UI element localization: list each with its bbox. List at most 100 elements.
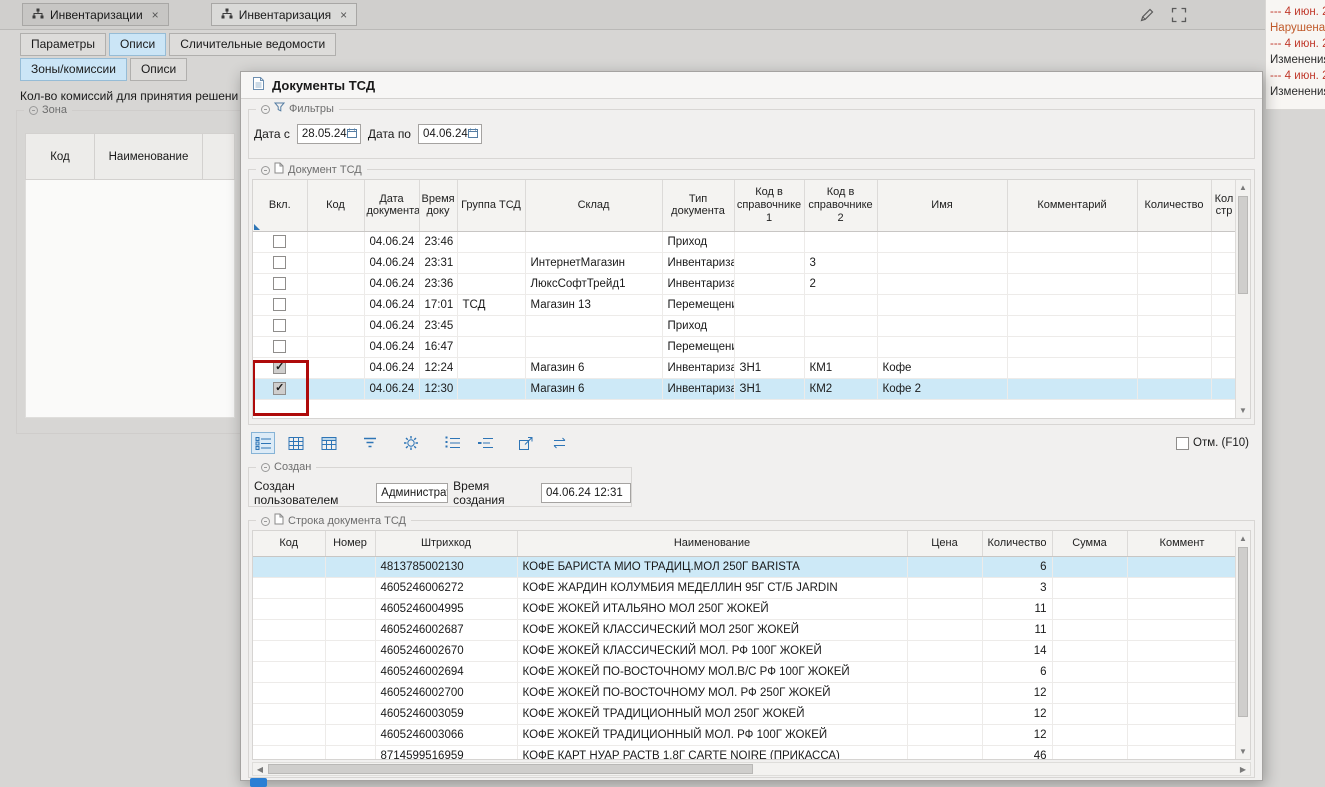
dialog-titlebar: Документы ТСД (241, 72, 1262, 99)
dialog-title: Документы ТСД (272, 78, 375, 93)
collapse-icon[interactable] (261, 517, 270, 526)
scroll-up-icon[interactable]: ▲ (1236, 531, 1250, 546)
tab-item[interactable]: Описи (130, 58, 187, 81)
collapse-icon[interactable] (261, 105, 270, 114)
document-row[interactable]: 04.06.2417:01ТСДМагазин 13Перемещени (253, 294, 1237, 315)
document-row[interactable]: 04.06.2416:47Перемещени (253, 336, 1237, 357)
column-header[interactable]: Номер (325, 531, 375, 556)
scroll-thumb[interactable] (268, 764, 753, 774)
row-checkbox[interactable]: ✓ (273, 382, 286, 395)
column-header[interactable]: Код в справочнике 2 (804, 180, 877, 231)
row-checkbox[interactable] (273, 277, 286, 290)
column-header[interactable]: Кол стр (1211, 180, 1237, 231)
column-header[interactable]: Штрихкод (375, 531, 517, 556)
column-header[interactable]: Группа ТСД (457, 180, 525, 231)
line-row[interactable]: 4813785002130КОФЕ БАРИСТА МИО ТРАДИЦ.МОЛ… (253, 556, 1237, 577)
line-row[interactable]: 4605246002687КОФЕ ЖОКЕЙ КЛАССИЧЕСКИЙ МОЛ… (253, 619, 1237, 640)
document-row[interactable]: 04.06.2423:45Приход (253, 315, 1237, 336)
column-header[interactable]: Склад (525, 180, 662, 231)
fullscreen-icon[interactable] (1171, 7, 1187, 23)
open-external-icon[interactable] (514, 432, 538, 454)
column-header-filler (203, 133, 235, 180)
collapse-icon[interactable] (261, 166, 270, 175)
column-header[interactable]: Код в справочнике 1 (734, 180, 804, 231)
line-row[interactable]: 4605246002700КОФЕ ЖОКЕЙ ПО-ВОСТОЧНОМУ МО… (253, 682, 1237, 703)
column-header[interactable]: Наименование (517, 531, 907, 556)
document-row[interactable]: ✓04.06.2412:30Магазин 6ИнвентаризаЗН1КМ2… (253, 378, 1237, 399)
line-row[interactable]: 4605246004995КОФЕ ЖОКЕЙ ИТАЛЬЯНО МОЛ 250… (253, 598, 1237, 619)
column-header[interactable]: Количество (1137, 180, 1211, 231)
column-header[interactable]: Цена (907, 531, 982, 556)
column-header[interactable]: Код (25, 133, 95, 180)
checkbox-icon[interactable] (1176, 437, 1189, 450)
column-header[interactable]: Комментарий (1007, 180, 1137, 231)
bottom-partial-button[interactable] (250, 778, 267, 787)
filter-icon[interactable] (358, 432, 382, 454)
scroll-thumb[interactable] (1238, 547, 1248, 717)
window-tab[interactable]: Инвентаризация× (211, 3, 357, 26)
line-row[interactable]: 4605246003059КОФЕ ЖОКЕЙ ТРАДИЦИОННЫЙ МОЛ… (253, 703, 1237, 724)
scroll-down-icon[interactable]: ▼ (1236, 744, 1250, 759)
mark-f10-checkbox[interactable]: Отм. (F10) (1176, 437, 1249, 450)
scroll-thumb[interactable] (1238, 196, 1248, 294)
tab-item[interactable]: Описи (109, 33, 166, 56)
scroll-left-icon[interactable]: ◀ (253, 763, 267, 775)
list-collapse-icon[interactable] (473, 432, 497, 454)
scroll-down-icon[interactable]: ▼ (1236, 403, 1250, 418)
row-checkbox[interactable] (273, 256, 286, 269)
scroll-up-icon[interactable]: ▲ (1236, 180, 1250, 195)
created-time-input[interactable]: 04.06.24 12:31 (541, 483, 631, 503)
line-row[interactable]: 8714599516959КОФЕ КАРТ НУАР РАСТВ 1.8Г C… (253, 745, 1237, 760)
line-row[interactable]: 4605246003066КОФЕ ЖОКЕЙ ТРАДИЦИОННЫЙ МОЛ… (253, 724, 1237, 745)
row-checkbox[interactable] (273, 340, 286, 353)
gear-icon[interactable] (399, 432, 423, 454)
tab-close-icon[interactable]: × (152, 8, 159, 22)
date-from-input[interactable]: 28.05.24 (297, 124, 361, 144)
tab-item[interactable]: Сличительные ведомости (169, 33, 336, 56)
line-row[interactable]: 4605246002670КОФЕ ЖОКЕЙ КЛАССИЧЕСКИЙ МОЛ… (253, 640, 1237, 661)
row-checkbox[interactable]: ✓ (273, 361, 286, 374)
column-header[interactable]: Количество (982, 531, 1052, 556)
document-row[interactable]: ✓04.06.2412:24Магазин 6ИнвентаризаЗН1КМ1… (253, 357, 1237, 378)
row-checkbox[interactable] (273, 319, 286, 332)
list-details-icon[interactable] (251, 432, 275, 454)
refresh-icon[interactable] (547, 432, 571, 454)
zone-table-body[interactable] (25, 180, 235, 418)
document-row[interactable]: 04.06.2423:46Приход (253, 231, 1237, 252)
zone-table-header: КодНаименование (25, 133, 235, 180)
column-header[interactable]: Сумма (1052, 531, 1127, 556)
column-header[interactable]: Наименование (95, 133, 203, 180)
tab-close-icon[interactable]: × (340, 8, 347, 22)
row-checkbox[interactable] (273, 235, 286, 248)
collapse-icon[interactable] (29, 106, 38, 115)
column-header[interactable]: Код (253, 531, 325, 556)
line-row[interactable]: 4605246006272КОФЕ ЖАРДИН КОЛУМБИЯ МЕДЕЛЛ… (253, 577, 1237, 598)
calendar-icon[interactable] (468, 128, 478, 141)
column-header[interactable]: Вкл. (253, 180, 307, 231)
column-header[interactable]: Дата документа (364, 180, 419, 231)
numbered-list-icon[interactable] (440, 432, 464, 454)
created-user-input[interactable]: Администратор (376, 483, 448, 503)
date-to-input[interactable]: 04.06.24 (418, 124, 482, 144)
tab-item[interactable]: Зоны/комиссии (20, 58, 127, 81)
edit-pencil-icon[interactable] (1139, 7, 1155, 23)
table-view-icon[interactable] (284, 432, 308, 454)
document-icon (274, 513, 284, 529)
document-icon (274, 162, 284, 178)
column-header[interactable]: Код (307, 180, 364, 231)
row-checkbox[interactable] (273, 298, 286, 311)
window-tab[interactable]: Инвентаризации× (22, 3, 169, 26)
scroll-right-icon[interactable]: ▶ (1236, 763, 1250, 775)
collapse-icon[interactable] (261, 463, 270, 472)
calendar-grid-icon[interactable] (317, 432, 341, 454)
line-row[interactable]: 4605246002694КОФЕ ЖОКЕЙ ПО-ВОСТОЧНОМУ МО… (253, 661, 1237, 682)
calendar-icon[interactable] (347, 128, 357, 141)
column-header[interactable]: Имя (877, 180, 1007, 231)
window-tab-bar: Инвентаризации× Инвентаризация× (0, 0, 1265, 30)
column-header[interactable]: Коммент (1127, 531, 1237, 556)
document-row[interactable]: 04.06.2423:31ИнтернетМагазинИнвентариза3 (253, 252, 1237, 273)
tab-item[interactable]: Параметры (20, 33, 106, 56)
column-header[interactable]: Время доку (419, 180, 457, 231)
column-header[interactable]: Тип документа (662, 180, 734, 231)
document-row[interactable]: 04.06.2423:36ЛюксСофтТрейд1Инвентариза2 (253, 273, 1237, 294)
